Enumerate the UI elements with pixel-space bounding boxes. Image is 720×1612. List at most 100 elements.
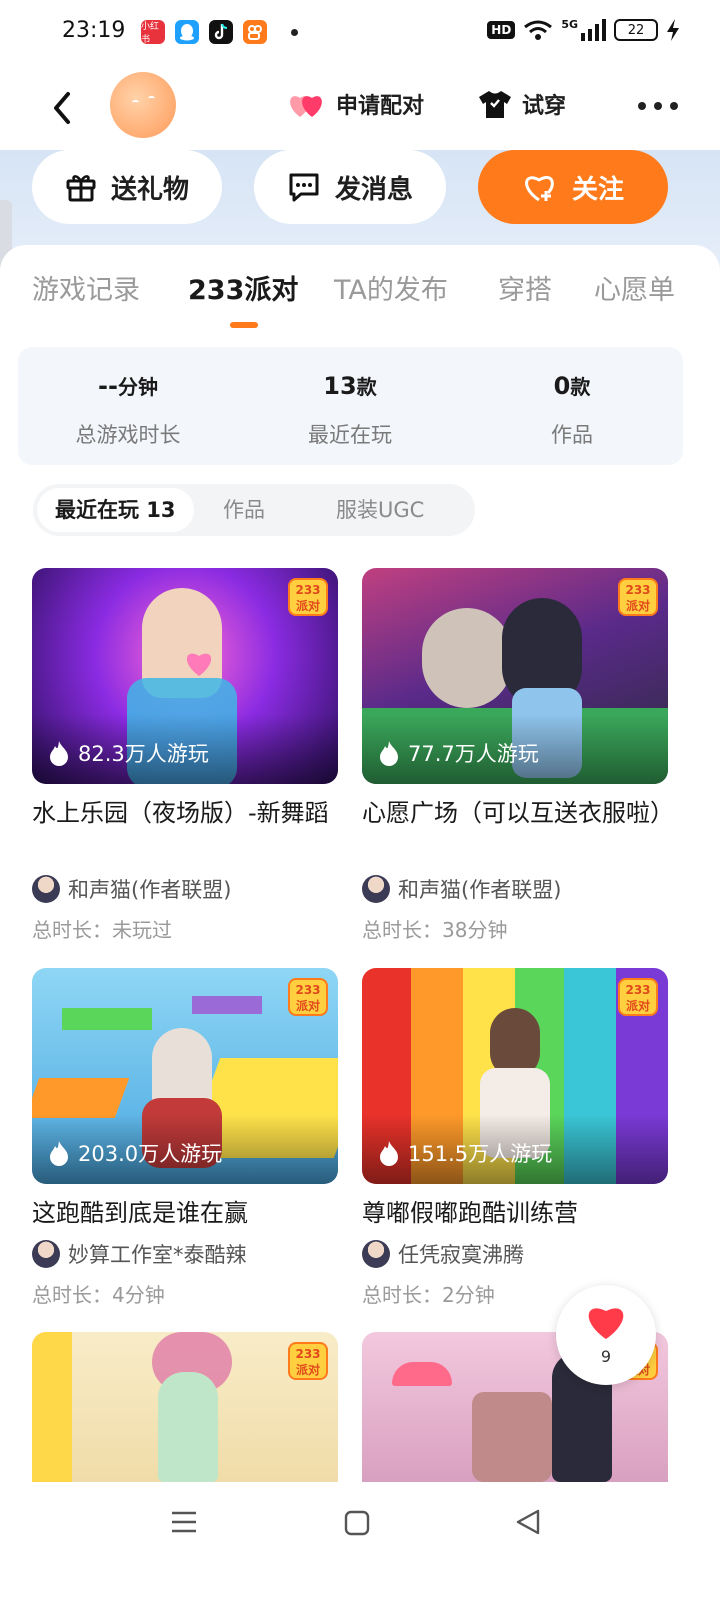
kuaishou-app-icon	[243, 20, 267, 44]
top-nav: 申请配对 试穿	[0, 64, 720, 154]
game-card[interactable]: 233 派对 77.7万人游玩 心愿广场（可以互送衣服啦） 和声猫(作者联盟) 总…	[362, 568, 668, 943]
sub-tabs: 最近在玩 13 作品 服装UGC	[33, 484, 475, 536]
try-on-label: 试穿	[522, 94, 567, 119]
party-233-badge: 233派对	[618, 578, 658, 616]
system-nav-bar	[0, 1482, 720, 1612]
send-gift-label: 送礼物	[110, 174, 189, 205]
subtab-clothing-ugc[interactable]: 服装UGC	[336, 484, 424, 536]
status-bar: 23:19 小红书 HD 5G 22	[0, 0, 720, 64]
notification-dot-icon	[291, 29, 298, 36]
send-message-label: 发消息	[334, 174, 413, 205]
subtab-recent-playing[interactable]: 最近在玩 13	[37, 488, 194, 532]
stat-value: 13	[323, 372, 357, 400]
send-gift-button[interactable]: 送礼物	[32, 150, 222, 224]
author-avatar	[32, 1240, 60, 1268]
game-thumbnail: 233 派对 77.7万人游玩	[362, 568, 668, 784]
game-card[interactable]: 233 派对 82.3万人游玩 水上乐园（夜场版）-新舞蹈 和声猫(作者联盟) 总…	[32, 568, 338, 943]
follow-button[interactable]: 关注	[478, 150, 668, 224]
game-thumbnail: 233 派对 82.3万人游玩	[32, 568, 338, 784]
tshirt-icon	[479, 91, 511, 118]
status-right: HD 5G 22	[487, 17, 680, 41]
flame-icon	[380, 741, 398, 766]
flame-icon	[50, 741, 68, 766]
play-duration: 总时长：38分钟	[362, 918, 508, 942]
play-duration: 总时长：未玩过	[32, 918, 172, 942]
game-card[interactable]: 233 派对 151.5万人游玩 尊嘟假嘟跑酷训练营 任凭寂寞沸腾 总时长：2分钟	[362, 968, 668, 1308]
game-title: 水上乐园（夜场版）-新舞蹈	[32, 799, 329, 827]
stat-label: 作品	[551, 423, 593, 447]
play-duration: 总时长：4分钟	[32, 1283, 165, 1307]
avatar-eye	[132, 100, 139, 105]
play-count-label: 203.0万人游玩	[78, 1142, 223, 1166]
author-name: 和声猫(作者联盟)	[68, 878, 232, 902]
cell-signal-icon	[581, 19, 606, 41]
match-request-button[interactable]: 申请配对	[288, 88, 424, 120]
active-tab-indicator	[230, 322, 258, 328]
author-avatar	[362, 875, 390, 903]
party-233-badge: 233派对	[288, 578, 328, 616]
stats-panel: --分钟 总游戏时长 13款 最近在玩 0款 作品	[18, 347, 683, 465]
profile-actions: 送礼物 发消息 关注	[0, 150, 720, 226]
play-count: 203.0万人游玩	[48, 1138, 222, 1168]
more-options-icon[interactable]	[638, 102, 678, 110]
follow-label: 关注	[571, 174, 624, 205]
play-count: 77.7万人游玩	[378, 738, 539, 768]
game-thumbnail: 233 派对 151.5万人游玩	[362, 968, 668, 1184]
profile-page: 23:19 小红书 HD 5G 22 申请配对 试穿 送礼物 发消息 关注 游戏…	[0, 0, 720, 1612]
stat-value: --	[98, 372, 118, 400]
chat-bubble-icon	[289, 173, 319, 202]
heart-decoration-icon	[186, 653, 212, 676]
party-233-badge: 233派对	[288, 978, 328, 1016]
back-arrow-icon[interactable]	[48, 88, 78, 128]
user-avatar[interactable]	[110, 72, 176, 138]
game-title: 尊嘟假嘟跑酷训练营	[362, 1199, 578, 1227]
home-icon[interactable]	[344, 1510, 370, 1536]
game-author: 和声猫(作者联盟)	[362, 874, 668, 904]
like-button[interactable]: 9	[556, 1285, 656, 1385]
try-on-button[interactable]: 试穿	[478, 88, 566, 120]
game-thumbnail: 233 派对 203.0万人游玩	[32, 968, 338, 1184]
tab-game-records[interactable]: 游戏记录	[32, 268, 140, 307]
send-message-button[interactable]: 发消息	[254, 150, 446, 224]
play-count-label: 82.3万人游玩	[78, 742, 209, 766]
battery-indicator: 22	[614, 19, 658, 41]
tab-outfits[interactable]: 穿搭	[498, 268, 552, 307]
signal-label: 5G	[561, 17, 578, 31]
stat-label: 总游戏时长	[75, 423, 181, 447]
game-title: 心愿广场（可以互送衣服啦）	[362, 799, 668, 827]
battery-level: 22	[627, 22, 645, 38]
author-name: 和声猫(作者联盟)	[398, 878, 562, 902]
game-author: 妙算工作室*泰酷辣	[32, 1239, 338, 1269]
author-avatar	[32, 875, 60, 903]
qq-app-icon	[175, 20, 199, 44]
menu-icon[interactable]	[170, 1510, 198, 1534]
tab-233-party[interactable]: 233派对	[188, 268, 298, 307]
like-count: 9	[600, 1347, 612, 1366]
match-request-label: 申请配对	[336, 94, 425, 119]
back-icon[interactable]	[514, 1508, 542, 1536]
game-thumbnail: 233派对	[32, 1332, 338, 1482]
double-heart-icon	[290, 96, 322, 117]
gift-icon	[66, 175, 96, 202]
heart-icon	[588, 1308, 624, 1339]
stat-unit: 分钟	[117, 375, 158, 399]
tab-posts[interactable]: TA的发布	[334, 268, 448, 307]
author-name: 任凭寂寞沸腾	[398, 1243, 524, 1267]
tab-wishlist[interactable]: 心愿单	[594, 268, 675, 307]
hd-badge: HD	[487, 21, 516, 39]
heart-plus-icon	[525, 176, 554, 202]
game-author: 任凭寂寞沸腾	[362, 1239, 668, 1269]
status-time: 23:19	[62, 18, 126, 43]
stat-value: 0	[553, 372, 571, 400]
stat-label: 最近在玩	[308, 423, 392, 447]
game-card[interactable]: 233 派对 203.0万人游玩 这跑酷到底是谁在赢 妙算工作室*泰酷辣 总时长：…	[32, 968, 338, 1308]
play-count-label: 77.7万人游玩	[408, 742, 539, 766]
play-count: 151.5万人游玩	[378, 1138, 552, 1168]
game-card[interactable]: 233派对	[32, 1332, 338, 1482]
wifi-icon	[524, 20, 553, 40]
subtab-works[interactable]: 作品	[223, 484, 265, 536]
charging-icon	[667, 19, 679, 41]
play-count-label: 151.5万人游玩	[408, 1142, 553, 1166]
author-name: 妙算工作室*泰酷辣	[68, 1243, 247, 1267]
party-233-badge: 233派对	[618, 978, 658, 1016]
